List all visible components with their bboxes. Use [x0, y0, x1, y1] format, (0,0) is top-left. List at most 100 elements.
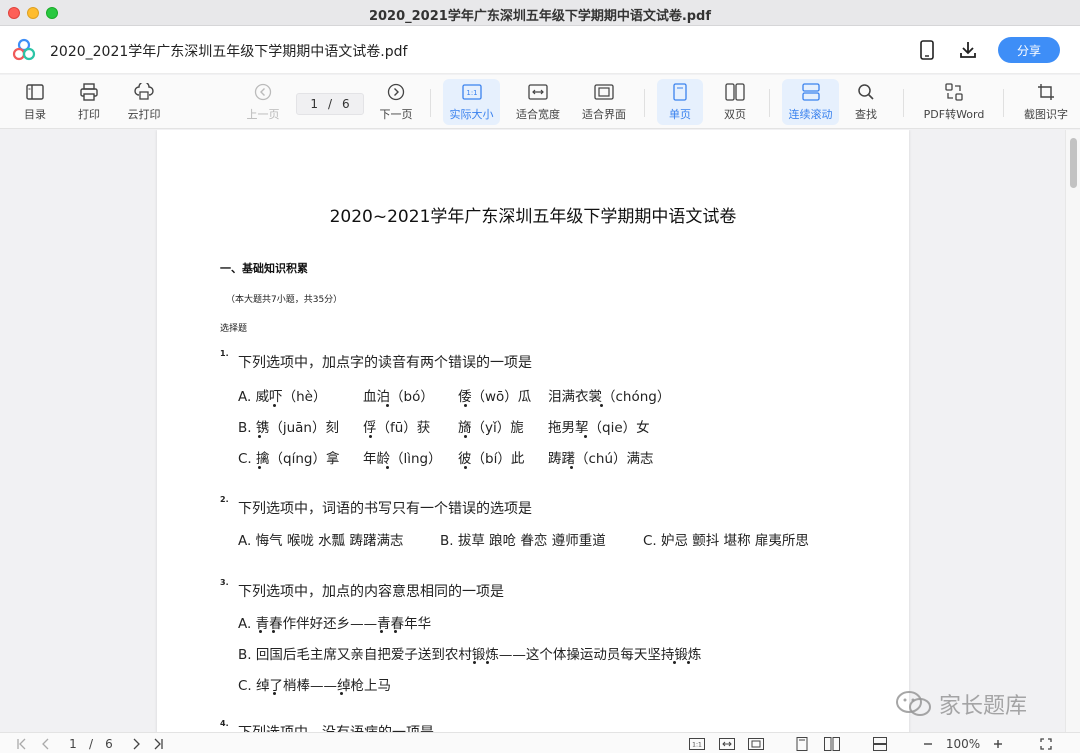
- search-icon: [857, 81, 875, 103]
- find-button[interactable]: 查找: [848, 79, 884, 125]
- app-header: 2020_2021学年广东深圳五年级下学期期中语文试卷.pdf 分享: [0, 26, 1080, 74]
- double-page-icon: [725, 81, 745, 103]
- fit-page-button[interactable]: 适合界面: [578, 79, 630, 125]
- emphasis-dot: [464, 404, 467, 407]
- prev-page-button[interactable]: 上一页: [243, 79, 283, 125]
- prev-page-icon[interactable]: [38, 735, 54, 752]
- actual-size-icon[interactable]: 1:1: [688, 735, 706, 752]
- emphasis-dot: [673, 661, 676, 664]
- phone-icon[interactable]: [915, 38, 939, 62]
- fit-width-icon[interactable]: [718, 735, 736, 752]
- option-text: 倭（wō）瓜: [458, 389, 532, 405]
- single-page-button[interactable]: 单页: [657, 79, 703, 125]
- first-page-icon[interactable]: [14, 735, 30, 752]
- double-page-button[interactable]: 双页: [714, 79, 756, 125]
- share-button[interactable]: 分享: [998, 37, 1060, 63]
- download-icon[interactable]: [956, 38, 980, 62]
- print-label: 打印: [78, 108, 100, 121]
- title-bar: 2020_2021学年广东深圳五年级下学期期中语文试卷.pdf: [0, 0, 1080, 26]
- option-text: 俘（fū）获: [363, 420, 431, 436]
- option-text: 踌躇（chú）满志: [548, 451, 654, 467]
- zoom-out-icon[interactable]: [920, 735, 936, 752]
- fit-width-button[interactable]: 适合宽度: [512, 79, 564, 125]
- option-text: 年龄（lìng）: [363, 451, 442, 467]
- continuous-scroll-icon[interactable]: [871, 735, 889, 752]
- fit-page-icon: [594, 81, 614, 103]
- convert-icon: [945, 81, 963, 103]
- emphasis-dot: [273, 404, 276, 407]
- option-text: C. 擒（qíng）拿: [238, 451, 340, 467]
- status-bar: 1 / 6 1:1 100%: [0, 732, 1080, 753]
- emphasis-dot: [394, 630, 397, 633]
- option-text: 血泊（bó）: [363, 389, 434, 405]
- svg-text:1:1: 1:1: [466, 89, 477, 97]
- ocr-button[interactable]: 截图识字: [1016, 79, 1076, 125]
- double-page-icon[interactable]: [823, 735, 841, 752]
- zoom-level[interactable]: 100%: [943, 735, 983, 752]
- document-title: 2020~2021学年广东深圳五年级下学期期中语文试卷: [329, 207, 737, 227]
- chevron-right-circle-icon: [387, 81, 405, 103]
- emphasis-dot: [473, 661, 476, 664]
- option-text: C. 绰了梢棒——绰枪上马: [238, 678, 392, 694]
- option-text: 拖男挈（qie）女: [548, 420, 650, 436]
- option-text: 彼（bí）此: [458, 451, 525, 467]
- emphasis-dot: [258, 435, 261, 438]
- double-page-label: 双页: [724, 108, 746, 121]
- window-title: 2020_2021学年广东深圳五年级下学期期中语文试卷.pdf: [368, 9, 712, 24]
- pdf-to-word-label: PDF转Word: [923, 108, 985, 121]
- cloud-print-label: 云打印: [127, 108, 161, 121]
- wechat-icon: [896, 691, 931, 716]
- actual-size-button[interactable]: 1:1 实际大小: [443, 79, 500, 125]
- option-text: B. 镌（juān）刻: [238, 420, 339, 436]
- emphasis-dot: [272, 630, 275, 633]
- printer-icon: [80, 81, 98, 103]
- last-page-icon[interactable]: [150, 735, 166, 752]
- question-stem: 下列选项中，词语的书写只有一个错误的选项是: [238, 501, 532, 517]
- actual-size-icon: 1:1: [461, 81, 482, 103]
- status-page-separator: /: [88, 736, 94, 751]
- toolbar-divider: [1003, 89, 1004, 117]
- watermark: 家长题库: [895, 688, 1027, 720]
- print-button[interactable]: 打印: [72, 79, 106, 125]
- zoom-in-icon[interactable]: [990, 735, 1006, 752]
- scrollbar-thumb[interactable]: [1070, 138, 1077, 188]
- question-number: 2.: [220, 495, 229, 504]
- emphasis-dot: [464, 435, 467, 438]
- toc-label: 目录: [24, 108, 46, 121]
- emphasis-dot: [386, 466, 389, 469]
- toolbar-divider: [769, 89, 770, 117]
- page-current: 1: [310, 97, 318, 111]
- question-number: 4.: [220, 719, 229, 728]
- continuous-scroll-button[interactable]: 连续滚动: [782, 79, 839, 125]
- page-number-input[interactable]: 1 / 6: [296, 93, 364, 115]
- question-stem: 下列选项中，没有语病的一项是: [238, 722, 434, 732]
- next-page-button[interactable]: 下一页: [376, 79, 416, 125]
- option-text: 泪满衣裳（chóng）: [548, 389, 671, 405]
- single-page-icon[interactable]: [794, 735, 810, 752]
- cloud-print-button[interactable]: 云打印: [122, 79, 166, 125]
- toolbar-divider: [903, 89, 904, 117]
- section-note: （本大题共7小题，共35分）: [226, 295, 343, 305]
- find-label: 查找: [855, 108, 877, 121]
- fit-width-label: 适合宽度: [516, 108, 560, 121]
- status-page-current[interactable]: 1: [66, 735, 80, 752]
- emphasis-dot: [259, 630, 262, 633]
- emphasis-dot: [386, 404, 389, 407]
- sidebar-icon: [26, 81, 44, 103]
- toolbar: 目录 打印 云打印 上一页 1 / 6 下一页 1:1 实际大小 适合宽度 适合…: [0, 75, 1080, 129]
- document-viewport[interactable]: 2020~2021学年广东深圳五年级下学期期中语文试卷 一、基础知识积累 （本大…: [0, 130, 1080, 732]
- pdf-page: 2020~2021学年广东深圳五年级下学期期中语文试卷 一、基础知识积累 （本大…: [157, 130, 909, 732]
- vertical-scrollbar[interactable]: [1065, 130, 1080, 732]
- fullscreen-icon[interactable]: [1037, 735, 1055, 752]
- pdf-to-word-button[interactable]: PDF转Word: [918, 79, 990, 125]
- fit-page-icon[interactable]: [747, 735, 765, 752]
- single-page-label: 单页: [669, 108, 691, 121]
- cloud-printer-icon: [134, 81, 154, 103]
- next-page-icon[interactable]: [128, 735, 144, 752]
- emphasis-dot: [380, 630, 383, 633]
- emphasis-dot: [258, 466, 261, 469]
- toc-button[interactable]: 目录: [18, 79, 52, 125]
- option-text: 旖（yǐ）旎: [458, 420, 524, 436]
- file-name: 2020_2021学年广东深圳五年级下学期期中语文试卷.pdf: [50, 44, 408, 60]
- emphasis-dot: [464, 466, 467, 469]
